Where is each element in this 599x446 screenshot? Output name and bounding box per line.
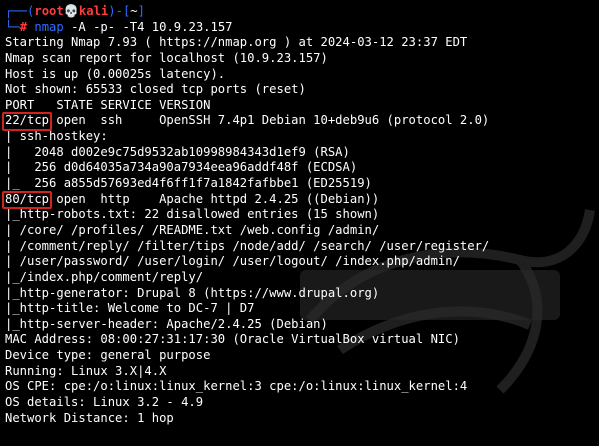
output-line: Host is up (0.00025s latency). [5, 66, 226, 81]
output-line: MAC Address: 08:00:27:31:17:30 (Oracle V… [5, 332, 460, 347]
prompt-user: root [34, 4, 64, 18]
prompt-frame-bottom: └─ [5, 19, 20, 34]
prompt-line-2: └─# nmap -A -p- -T4 10.9.23.157 [5, 20, 599, 36]
prompt-bracket: )-[ [108, 4, 131, 18]
nmap-output: Starting Nmap 7.93 ( https://nmap.org ) … [5, 35, 599, 426]
output-line: |_http-title: Welcome to DC-7 | D7 [5, 301, 255, 316]
output-line: Network Distance: 1 hop [5, 410, 174, 425]
output-line: OS CPE: cpe:/o:linux:linux_kernel:3 cpe:… [5, 379, 468, 394]
prompt-host: kali [78, 4, 109, 18]
output-line: | 256 d0d64035a734a90a7934eea96addf48f (… [5, 160, 358, 175]
prompt-bracket-end: ] [137, 4, 145, 18]
output-line: |_http-server-header: Apache/2.4.25 (Deb… [5, 316, 328, 331]
command-name: nmap [34, 19, 64, 34]
terminal-window[interactable]: ┌──(root💀kali)-[~] └─# nmap -A -p- -T4 1… [0, 0, 599, 446]
output-line: OS details: Linux 3.2 - 4.9 [5, 395, 204, 410]
output-line: |_/index.php/comment/reply/ [5, 269, 204, 284]
output-line: | ssh-hostkey: [5, 129, 108, 144]
output-line: Not shown: 65533 closed tcp ports (reset… [5, 82, 306, 97]
output-line: | 2048 d002e9c75d9532ab10998984343d1ef9 … [5, 144, 350, 159]
prompt-frame-top: ┌──( [5, 4, 35, 18]
output-line: Nmap scan report for localhost (10.9.23.… [5, 50, 328, 65]
prompt-cwd: ~ [130, 4, 138, 18]
output-line: Device type: general purpose [5, 348, 211, 363]
output-line: PORT STATE SERVICE VERSION [5, 97, 211, 112]
output-line: | /user/password/ /user/login/ /user/log… [5, 254, 460, 269]
output-line: |_http-generator: Drupal 8 (https://www.… [5, 285, 380, 300]
output-line: | /comment/reply/ /filter/tips /node/add… [5, 238, 490, 253]
output-line: 80/tcp open http Apache httpd 2.4.25 ((D… [5, 191, 380, 206]
output-line: |_http-robots.txt: 22 disallowed entries… [5, 207, 380, 222]
output-line: Starting Nmap 7.93 ( https://nmap.org ) … [5, 35, 468, 50]
output-line: |_ 256 a855d57693ed4f6ff1f7a1842fafbbe1 … [5, 176, 372, 191]
output-line: | /core/ /profiles/ /README.txt /web.con… [5, 222, 380, 237]
command-args: -A -p- -T4 10.9.23.157 [71, 19, 233, 34]
prompt-hash: # [19, 19, 28, 34]
skull-icon: 💀 [63, 4, 79, 18]
prompt-line-1: ┌──(root💀kali)-[~] [5, 4, 599, 20]
terminal-output[interactable]: ┌──(root💀kali)-[~] └─# nmap -A -p- -T4 1… [5, 4, 599, 426]
output-line: 22/tcp open ssh OpenSSH 7.4p1 Debian 10+… [5, 113, 490, 128]
output-line: Running: Linux 3.X|4.X [5, 363, 167, 378]
